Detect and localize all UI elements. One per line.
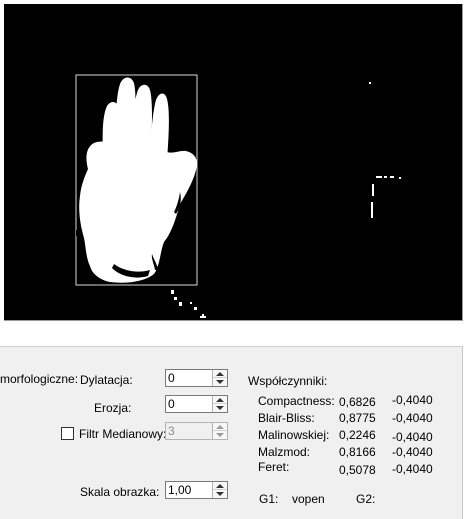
scale-decrement-button[interactable] [213,490,227,498]
scale-value: 1,00 [168,483,192,497]
arrow-up-icon [216,425,224,429]
coef-g-value: -0,4040 [392,393,433,407]
median-filter-spin-buttons [212,423,227,439]
median-filter-value: 3 [168,424,175,438]
coef-value: 0,8166 [339,445,376,459]
coef-g-value: -0,4040 [392,411,433,425]
coef-name: Malzmod: [258,445,311,459]
coef-name: Compactness: [258,394,335,408]
coef-name: Malinowskiej: [258,428,330,442]
median-filter-stepper[interactable]: 3 [165,422,228,440]
erosion-label: Erozja: [94,401,132,415]
coef-g-value: -0,4040 [392,445,433,459]
dilation-value: 0 [168,371,175,385]
scale-increment-button[interactable] [213,482,227,490]
controls-panel: morfologiczne: Dylatacja: 0 Erozja: 0 Fi… [0,346,463,519]
erosion-stepper[interactable]: 0 [165,395,228,413]
coef-name: Blair-Bliss: [258,411,315,425]
median-filter-checkbox[interactable] [61,427,74,440]
coef-value: 0,6826 [339,395,376,409]
arrow-up-icon [216,372,224,376]
scale-spin-buttons [212,482,227,498]
g1-value: vopen [292,492,325,506]
coef-name: Feret: [258,460,290,474]
arrow-down-icon [216,380,224,384]
dilation-stepper[interactable]: 0 [165,369,228,387]
erosion-increment-button[interactable] [213,396,227,404]
dilation-decrement-button[interactable] [213,378,227,386]
erosion-value: 0 [168,397,175,411]
g1-label: G1: [259,492,279,506]
morphology-label: morfologiczne: [0,372,79,386]
median-filter-label: Filtr Medianowy: [79,427,167,441]
coef-g-value: -0,4040 [392,430,433,444]
app-window: morfologiczne: Dylatacja: 0 Erozja: 0 Fi… [0,0,470,519]
coef-g-value: -0,4040 [392,462,433,476]
coef-value: 0,8775 [339,411,376,425]
coef-value: 0,2246 [339,428,376,442]
coefficients-title: Współczynniki: [248,374,328,388]
binary-image-view [4,4,463,321]
dilation-increment-button[interactable] [213,370,227,378]
coef-value: 0,5078 [339,463,376,477]
arrow-down-icon [216,433,224,437]
scale-stepper[interactable]: 1,00 [165,481,228,499]
erosion-spin-buttons [212,396,227,412]
arrow-up-icon [216,398,224,402]
median-filter-increment-button[interactable] [213,423,227,431]
arrow-down-icon [216,406,224,410]
arrow-up-icon [216,484,224,488]
g2-label: G2: [356,492,376,506]
erosion-decrement-button[interactable] [213,404,227,412]
dilation-spin-buttons [212,370,227,386]
arrow-down-icon [216,492,224,496]
scale-label: Skala obrazka: [80,485,160,499]
hand-mask-image [75,74,401,318]
median-filter-decrement-button[interactable] [213,431,227,439]
dilation-label: Dylatacja: [80,373,133,387]
